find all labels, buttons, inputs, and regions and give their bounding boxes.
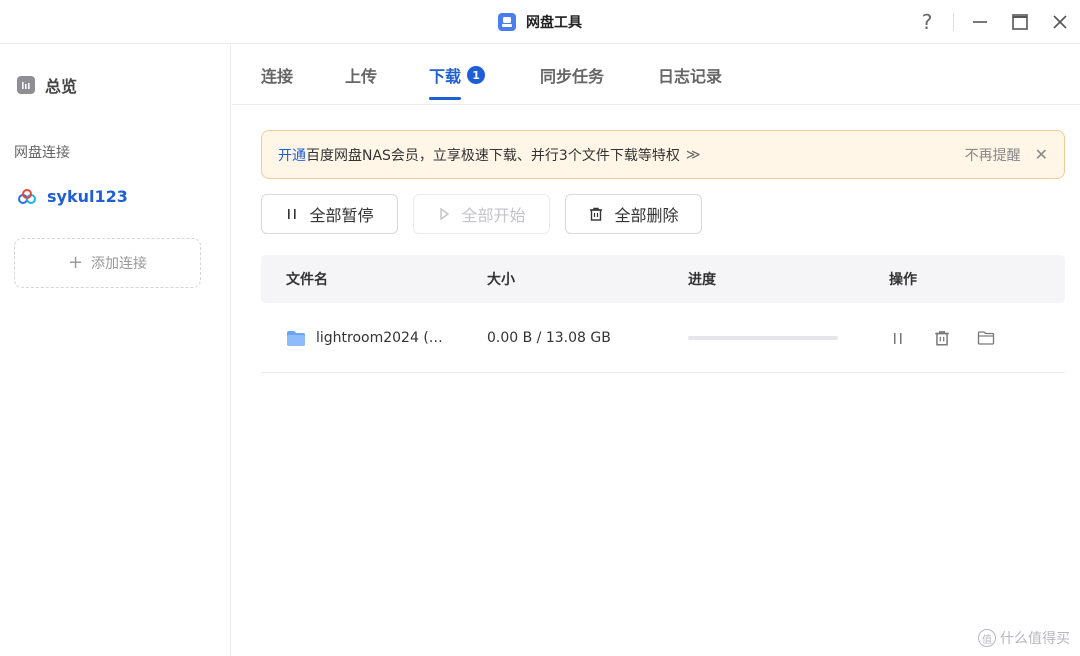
table-row[interactable]: lightroom2024 (… 0.00 B / 13.08 GB [261, 304, 1065, 373]
progress-cell [688, 304, 838, 372]
banner-actions: 不再提醒 ✕ [965, 145, 1048, 165]
title-bar: 网盘工具 ? [0, 0, 1080, 44]
pause-task-button[interactable] [887, 327, 909, 349]
play-icon [440, 207, 450, 221]
file-name-cell: lightroom2024 (… [286, 304, 443, 372]
tab-logs[interactable]: 日志记录 [658, 45, 722, 105]
progress-bar [688, 336, 838, 340]
column-header-name: 文件名 [286, 272, 328, 288]
banner-message: 百度网盘NAS会员，立享极速下载、并行3个文件下载等特权 [306, 147, 680, 164]
trash-icon [590, 207, 603, 221]
column-header-ops: 操作 [889, 272, 917, 288]
tab-upload[interactable]: 上传 [345, 45, 377, 105]
pause-all-button[interactable]: 全部暂停 [261, 194, 398, 234]
tab-download-label: 下载 [429, 67, 462, 86]
help-button[interactable]: ? [907, 0, 947, 44]
pause-icon [288, 209, 297, 219]
window-controls-divider [953, 13, 954, 31]
minimize-icon [973, 21, 987, 23]
pause-icon [894, 333, 902, 344]
folder-icon [287, 330, 305, 346]
pause-all-label: 全部暂停 [309, 206, 374, 225]
sidebar-item-overview-label: 总览 [45, 77, 78, 96]
window-title: 网盘工具 [526, 15, 582, 31]
delete-all-label: 全部删除 [614, 206, 679, 225]
overview-icon [17, 76, 35, 94]
sidebar-item-connection[interactable]: sykul123 [17, 187, 128, 206]
delete-all-button[interactable]: 全部删除 [565, 194, 702, 234]
membership-promo-banner: 开通 百度网盘NAS会员，立享极速下载、并行3个文件下载等特权 ≫ 不再提醒 ✕ [261, 130, 1065, 179]
column-header-progress: 进度 [688, 272, 716, 288]
double-chevron-right-icon[interactable]: ≫ [686, 147, 701, 163]
tab-sync-tasks-label: 同步任务 [540, 67, 605, 86]
delete-task-button[interactable] [931, 327, 953, 349]
active-tab-indicator [429, 97, 461, 100]
tab-connect-label: 连接 [261, 67, 294, 86]
download-count-badge: 1 [467, 66, 486, 84]
tab-connect[interactable]: 连接 [261, 45, 293, 105]
open-membership-link[interactable]: 开通 [278, 145, 306, 165]
file-name: lightroom2024 (… [316, 330, 443, 346]
netdisk-app-icon [498, 13, 516, 31]
tab-download[interactable]: 下载 1 [429, 45, 486, 105]
file-size-cell: 0.00 B / 13.08 GB [487, 330, 611, 346]
tab-sync-tasks[interactable]: 同步任务 [540, 45, 604, 105]
add-connection-button[interactable]: + 添加连接 [14, 238, 201, 288]
maximize-button[interactable] [1000, 0, 1040, 44]
site-watermark: 值 什么值得买 [978, 628, 1070, 648]
start-all-label: 全部开始 [461, 206, 526, 225]
plus-icon: + [67, 252, 84, 273]
tab-logs-label: 日志记录 [658, 67, 723, 86]
download-table-header: 文件名 大小 进度 操作 [261, 255, 1065, 303]
ops-cell [887, 304, 997, 372]
watermark-text: 什么值得买 [1000, 631, 1070, 647]
tab-upload-label: 上传 [345, 67, 378, 86]
add-connection-label: 添加连接 [91, 256, 148, 272]
connection-name: sykul123 [47, 187, 128, 206]
watermark-logo-icon: 值 [978, 629, 996, 647]
banner-close-icon[interactable]: ✕ [1035, 145, 1048, 164]
sidebar-section-title: 网盘连接 [14, 145, 70, 161]
sidebar: 总览 网盘连接 sykul123 + 添加连接 [0, 45, 231, 656]
folder-open-icon [977, 331, 995, 345]
baidu-netdisk-icon [18, 188, 36, 204]
window-controls: ? [907, 0, 1080, 44]
minimize-button[interactable] [960, 0, 1000, 44]
tab-bar: 连接 上传 下载 1 同步任务 日志记录 [232, 45, 1080, 105]
open-folder-button[interactable] [975, 327, 997, 349]
maximize-icon [1012, 14, 1028, 30]
start-all-button[interactable]: 全部开始 [413, 194, 550, 234]
column-header-size: 大小 [487, 272, 515, 288]
trash-icon [935, 331, 949, 346]
close-window-button[interactable] [1040, 0, 1080, 44]
close-icon [1053, 15, 1067, 29]
dont-remind-button[interactable]: 不再提醒 [965, 145, 1021, 165]
sidebar-item-overview[interactable]: 总览 [17, 73, 77, 97]
